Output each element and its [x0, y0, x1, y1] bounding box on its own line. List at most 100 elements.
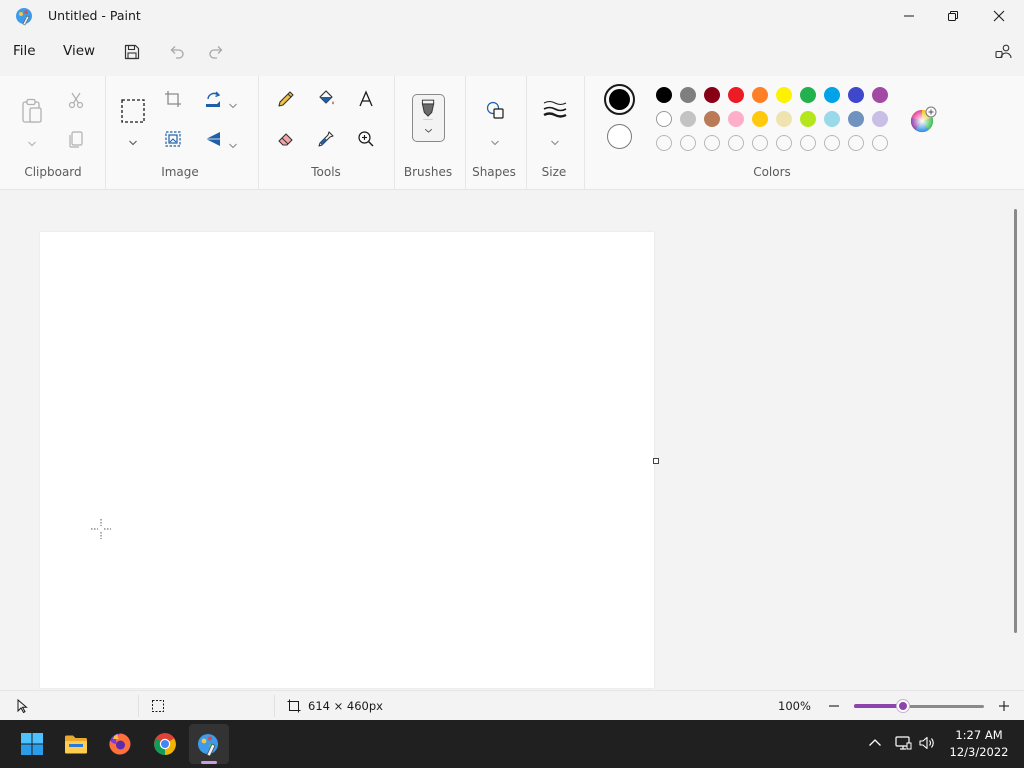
palette-swatch[interactable] — [776, 111, 792, 127]
group-label-shapes: Shapes — [472, 165, 516, 179]
show-hidden-icons-button[interactable] — [866, 734, 886, 754]
clock-time[interactable]: 1:27 AM — [940, 728, 1018, 742]
palette-swatch[interactable] — [872, 87, 888, 103]
save-button[interactable] — [122, 42, 142, 62]
custom-color-slot[interactable] — [872, 135, 888, 151]
custom-color-slot[interactable] — [776, 135, 792, 151]
volume-button[interactable] — [918, 734, 938, 754]
palette-swatch[interactable] — [728, 111, 744, 127]
line-width-icon — [543, 101, 567, 118]
edit-colors-button[interactable] — [909, 106, 937, 134]
size-dropdown[interactable] — [550, 132, 560, 146]
palette-swatch[interactable] — [752, 111, 768, 127]
pencil-button[interactable] — [274, 87, 298, 111]
copy-button[interactable] — [64, 127, 88, 151]
canvas-resize-handle[interactable] — [653, 458, 659, 464]
pointer-position-icon — [14, 698, 30, 714]
taskbar-paint[interactable] — [189, 724, 229, 764]
ribbon-separator — [465, 76, 466, 190]
save-icon — [124, 44, 140, 60]
palette-swatch[interactable] — [824, 111, 840, 127]
speaker-icon — [919, 736, 934, 750]
taskbar-file-explorer[interactable] — [56, 724, 96, 764]
close-icon — [993, 10, 1005, 22]
firefox-icon — [109, 733, 131, 755]
vertical-scrollbar[interactable] — [1014, 209, 1017, 633]
taskbar-chrome[interactable] — [145, 724, 185, 764]
restore-button[interactable] — [930, 0, 976, 32]
palette-swatch[interactable] — [680, 111, 696, 127]
flip-button[interactable] — [201, 127, 225, 151]
palette-swatch[interactable] — [872, 111, 888, 127]
ribbon-separator — [584, 76, 585, 190]
palette-swatch[interactable] — [776, 87, 792, 103]
text-button[interactable] — [354, 87, 378, 111]
network-button[interactable] — [894, 734, 914, 754]
primary-color-button[interactable] — [604, 84, 635, 115]
palette-swatch[interactable] — [800, 111, 816, 127]
custom-color-slot[interactable] — [704, 135, 720, 151]
selection-size-icon — [150, 698, 166, 714]
eraser-button[interactable] — [274, 127, 298, 151]
palette-swatch[interactable] — [848, 111, 864, 127]
palette-swatch[interactable] — [848, 87, 864, 103]
redo-button[interactable] — [206, 42, 226, 62]
zoom-slider-thumb[interactable] — [897, 700, 909, 712]
start-button[interactable] — [12, 724, 52, 764]
custom-color-slot[interactable] — [824, 135, 840, 151]
custom-color-slot[interactable] — [680, 135, 696, 151]
cut-button[interactable] — [64, 88, 88, 112]
zoom-out-button[interactable] — [826, 698, 842, 714]
chevron-up-icon — [869, 739, 881, 746]
palette-swatch[interactable] — [680, 87, 696, 103]
custom-color-slot[interactable] — [848, 135, 864, 151]
rotate-dropdown[interactable] — [228, 95, 238, 109]
active-app-indicator — [201, 761, 217, 764]
text-icon — [359, 90, 373, 107]
size-button[interactable] — [542, 98, 568, 120]
paste-dropdown[interactable] — [27, 133, 37, 147]
custom-color-slot[interactable] — [656, 135, 672, 151]
custom-color-slot[interactable] — [800, 135, 816, 151]
palette-swatch[interactable] — [800, 87, 816, 103]
undo-button[interactable] — [167, 42, 187, 62]
minimize-button[interactable] — [886, 0, 932, 32]
crop-button[interactable] — [161, 87, 185, 111]
taskbar-firefox[interactable] — [100, 724, 140, 764]
palette-swatch[interactable] — [656, 111, 672, 127]
select-dropdown[interactable] — [128, 132, 138, 146]
plus-icon — [999, 701, 1009, 711]
menu-bar: File View — [0, 34, 1024, 70]
resize-button[interactable] — [161, 127, 185, 151]
shapes-dropdown[interactable] — [490, 132, 500, 146]
zoom-in-button[interactable] — [996, 698, 1012, 714]
brushes-button[interactable] — [412, 94, 445, 142]
zoom-level-text[interactable]: 100% — [778, 699, 811, 713]
custom-color-slot[interactable] — [752, 135, 768, 151]
drawing-canvas[interactable] — [40, 232, 654, 688]
shapes-button[interactable] — [483, 98, 507, 122]
chevron-down-icon — [229, 143, 237, 149]
color-picker-button[interactable] — [314, 127, 338, 151]
scissors-icon — [68, 92, 84, 109]
fill-button[interactable] — [314, 87, 338, 111]
custom-color-slot[interactable] — [728, 135, 744, 151]
close-button[interactable] — [976, 0, 1022, 32]
magnifier-button[interactable] — [354, 127, 378, 151]
paste-button[interactable] — [20, 97, 44, 125]
menu-view[interactable]: View — [63, 43, 95, 59]
palette-swatch[interactable] — [824, 87, 840, 103]
rotate-button[interactable] — [201, 87, 225, 111]
clock-date[interactable]: 12/3/2022 — [940, 745, 1018, 759]
palette-swatch[interactable] — [704, 87, 720, 103]
palette-swatch[interactable] — [656, 87, 672, 103]
account-button[interactable] — [994, 42, 1014, 62]
secondary-color-button[interactable] — [607, 124, 632, 149]
flip-dropdown[interactable] — [228, 135, 238, 149]
palette-swatch[interactable] — [752, 87, 768, 103]
palette-swatch[interactable] — [728, 87, 744, 103]
menu-file[interactable]: File — [13, 43, 36, 59]
select-button[interactable] — [120, 98, 146, 124]
palette-swatch[interactable] — [704, 111, 720, 127]
restore-icon — [948, 11, 958, 21]
